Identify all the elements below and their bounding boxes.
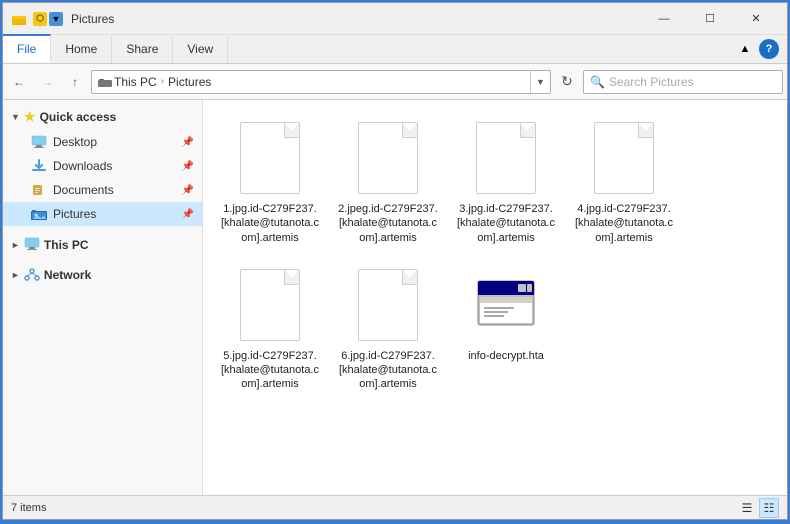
sidebar-item-downloads-label: Downloads [53,159,112,173]
ribbon-right: ▲ ? [735,35,787,63]
file-label-4: 4.jpg.id-C279F237.[khalate@tutanota.com]… [574,202,674,245]
expand-arrow-thispc: ► [11,240,20,250]
ribbon: File Home Share View ▲ ? [3,35,787,64]
tab-file[interactable]: File [3,34,51,63]
file-label-6: 6.jpg.id-C279F237.[khalate@tutanota.com]… [338,349,438,392]
breadcrumb-separator-1: › [161,76,164,87]
sidebar-section-quick-access[interactable]: ▼ ★ Quick access [3,104,202,130]
generic-file-icon-1 [240,122,300,194]
file-area: 1.jpg.id-C279F237.[khalate@tutanota.com]… [203,100,787,495]
back-button[interactable]: ← [7,70,31,94]
star-icon: ★ [24,109,36,125]
up-button[interactable]: ↑ [63,70,87,94]
main-area: ▼ ★ Quick access Desktop 📌 [3,100,787,495]
file-label-1: 1.jpg.id-C279F237.[khalate@tutanota.com]… [220,202,320,245]
search-icon: 🔍 [590,75,605,89]
list-view-button[interactable]: ☰ [737,498,757,518]
file-icon-5 [234,265,306,345]
help-button[interactable]: ? [759,39,779,59]
search-placeholder: Search Pictures [609,75,694,89]
file-icon-2 [352,118,424,198]
qs-newfolder-btn[interactable]: ▼ [49,12,63,26]
file-label-2: 2.jpeg.id-C279F237.[khalate@tutanota.com… [338,202,438,245]
pin-icon-documents: 📌 [182,185,194,196]
forward-button[interactable]: → [35,70,59,94]
sidebar-item-pictures[interactable]: Pictures 📌 [3,202,202,226]
sidebar-item-desktop[interactable]: Desktop 📌 [3,130,202,154]
file-item-6[interactable]: 6.jpg.id-C279F237.[khalate@tutanota.com]… [333,259,443,398]
pin-icon-downloads: 📌 [182,161,194,172]
documents-icon [31,182,47,198]
pictures-icon [31,206,47,222]
generic-file-icon-6 [358,269,418,341]
breadcrumb-pictures[interactable]: Pictures [168,75,211,89]
view-toggle-buttons: ☰ ☷ [737,498,779,518]
generic-file-icon-4 [594,122,654,194]
tab-share[interactable]: Share [112,35,173,63]
quick-access-label: Quick access [40,110,117,124]
generic-file-icon-3 [476,122,536,194]
sidebar-item-desktop-label: Desktop [53,135,97,149]
window-icon [11,11,27,27]
search-box[interactable]: 🔍 Search Pictures [583,70,783,94]
pin-icon-pictures: 📌 [182,209,194,220]
title-bar: ⬡ ▼ Pictures — ☐ ✕ [3,3,787,35]
file-item-4[interactable]: 4.jpg.id-C279F237.[khalate@tutanota.com]… [569,112,679,251]
downloads-icon [31,158,47,174]
address-bar: ← → ↑ This PC › Pictures ▼ ↻ 🔍 Search Pi… [3,64,787,100]
file-item-1[interactable]: 1.jpg.id-C279F237.[khalate@tutanota.com]… [215,112,325,251]
generic-file-icon-2 [358,122,418,194]
generic-file-icon-5 [240,269,300,341]
file-item-2[interactable]: 2.jpeg.id-C279F237.[khalate@tutanota.com… [333,112,443,251]
file-icon-7 [470,265,542,345]
hta-file-svg [474,273,538,337]
minimize-button[interactable]: — [641,3,687,35]
file-icon-3 [470,118,542,198]
status-bar: 7 items ☰ ☷ [3,495,787,519]
file-label-7: info-decrypt.hta [468,349,544,363]
address-input-box[interactable]: This PC › Pictures ▼ [91,70,551,94]
network-icon [24,267,40,284]
sidebar-item-pictures-label: Pictures [53,207,96,221]
window-controls: — ☐ ✕ [641,3,779,35]
network-label: Network [44,268,91,282]
quick-access-toolbar: ⬡ ▼ [33,12,63,26]
breadcrumb-thispc[interactable]: This PC [98,75,157,89]
sidebar-section-thispc[interactable]: ► This PC [3,232,202,258]
file-icon-4 [588,118,660,198]
file-item-3[interactable]: 3.jpg.id-C279F237.[khalate@tutanota.com]… [451,112,561,251]
address-dropdown-button[interactable]: ▼ [530,70,550,94]
ribbon-tabs: File Home Share View ▲ ? [3,35,787,63]
window-title: Pictures [71,12,641,26]
item-count: 7 items [11,502,46,514]
qs-properties-btn[interactable]: ⬡ [33,12,47,26]
explorer-window: ⬡ ▼ Pictures — ☐ ✕ File Home Share View … [2,2,788,520]
file-label-5: 5.jpg.id-C279F237.[khalate@tutanota.com]… [220,349,320,392]
file-icon-1 [234,118,306,198]
file-icon-6 [352,265,424,345]
expand-arrow-network: ► [11,270,20,280]
thispc-label: This PC [44,238,89,252]
close-button[interactable]: ✕ [733,3,779,35]
expand-arrow-quick-access: ▼ [11,112,20,122]
sidebar-item-documents-label: Documents [53,183,114,197]
sidebar-section-network[interactable]: ► Network [3,262,202,288]
sidebar-item-downloads[interactable]: Downloads 📌 [3,154,202,178]
refresh-button[interactable]: ↻ [555,70,579,94]
sidebar-item-documents[interactable]: Documents 📌 [3,178,202,202]
tab-home[interactable]: Home [51,35,112,63]
sidebar: ▼ ★ Quick access Desktop 📌 [3,100,203,495]
tab-view[interactable]: View [173,35,228,63]
icon-view-button[interactable]: ☷ [759,498,779,518]
thispc-icon [24,237,40,254]
ribbon-expand-button[interactable]: ▲ [735,39,755,59]
file-item-5[interactable]: 5.jpg.id-C279F237.[khalate@tutanota.com]… [215,259,325,398]
file-item-7[interactable]: info-decrypt.hta [451,259,561,398]
maximize-button[interactable]: ☐ [687,3,733,35]
file-label-3: 3.jpg.id-C279F237.[khalate@tutanota.com]… [456,202,556,245]
pin-icon-desktop: 📌 [182,137,194,148]
desktop-icon [31,134,47,150]
